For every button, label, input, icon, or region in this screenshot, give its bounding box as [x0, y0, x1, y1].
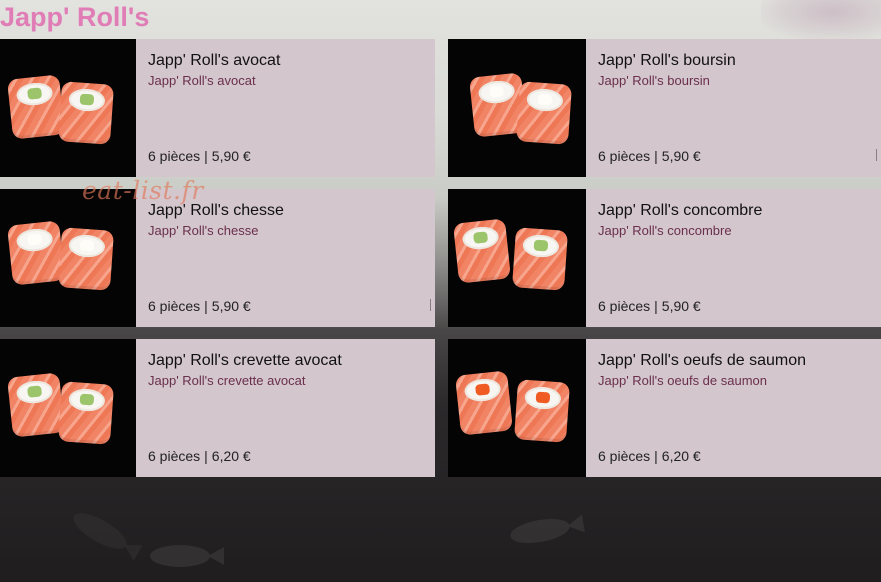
item-description: Japp' Roll's boursin [598, 73, 710, 88]
menu-item-card[interactable]: Japp' Roll's avocat Japp' Roll's avocat … [0, 39, 435, 177]
item-meta: 6 pièces | 6,20 € [598, 448, 701, 464]
fish-decoration-icon [150, 545, 224, 567]
menu-item-card[interactable]: Japp' Roll's oeufs de saumon Japp' Roll'… [448, 339, 881, 477]
menu-item-card[interactable]: Japp' Roll's chesse Japp' Roll's chesse … [0, 189, 435, 327]
item-description: Japp' Roll's chesse [148, 223, 259, 238]
separator: | [654, 448, 658, 464]
separator: | [654, 148, 658, 164]
menu-item-card[interactable]: Japp' Roll's crevette avocat Japp' Roll'… [0, 339, 435, 477]
item-pieces: 6 pièces [148, 298, 201, 314]
item-pieces: 6 pièces [598, 448, 651, 464]
item-description: Japp' Roll's oeufs de saumon [598, 373, 768, 388]
item-description: Japp' Roll's crevette avocat [148, 373, 306, 388]
menu-item-card[interactable]: Japp' Roll's boursin Japp' Roll's boursi… [448, 39, 881, 177]
item-price: 5,90 € [661, 148, 701, 164]
item-pieces: 6 pièces [148, 148, 201, 164]
menu-item-card[interactable]: Japp' Roll's concombre Japp' Roll's conc… [448, 189, 881, 327]
page-title: Japp' Roll's [0, 2, 150, 32]
separator: | [204, 148, 208, 164]
item-price: 6,20 € [661, 448, 701, 464]
item-description: Japp' Roll's concombre [598, 223, 732, 238]
sushi-roll-image [448, 339, 586, 477]
separator: | [204, 448, 208, 464]
item-price: 5,90 € [211, 148, 251, 164]
sushi-roll-image [0, 39, 136, 177]
sushi-roll-image [448, 39, 586, 177]
item-meta: 6 pièces | 5,90 € [148, 298, 251, 314]
watermark-text: eat-list.fr [82, 176, 204, 205]
item-description: Japp' Roll's avocat [148, 73, 256, 88]
scroll-indicator [430, 299, 431, 311]
separator: | [654, 298, 658, 314]
item-pieces: 6 pièces [148, 448, 201, 464]
separator: | [204, 298, 208, 314]
scroll-indicator [876, 149, 877, 161]
item-meta: 6 pièces | 5,90 € [148, 148, 251, 164]
item-name: Japp' Roll's concombre [598, 202, 763, 219]
item-name: Japp' Roll's crevette avocat [148, 352, 342, 369]
item-name: Japp' Roll's boursin [598, 52, 736, 69]
background-flower-decoration [761, 0, 881, 40]
item-price: 6,20 € [211, 448, 251, 464]
sushi-roll-image [448, 189, 586, 327]
item-meta: 6 pièces | 6,20 € [148, 448, 251, 464]
sushi-roll-image [0, 189, 136, 327]
item-pieces: 6 pièces [598, 298, 651, 314]
item-name: Japp' Roll's avocat [148, 52, 281, 69]
item-meta: 6 pièces | 5,90 € [598, 298, 701, 314]
item-meta: 6 pièces | 5,90 € [598, 148, 701, 164]
sushi-roll-image [0, 339, 136, 477]
item-name: Japp' Roll's oeufs de saumon [598, 352, 807, 369]
item-pieces: 6 pièces [598, 148, 651, 164]
item-price: 5,90 € [211, 298, 251, 314]
item-price: 5,90 € [661, 298, 701, 314]
